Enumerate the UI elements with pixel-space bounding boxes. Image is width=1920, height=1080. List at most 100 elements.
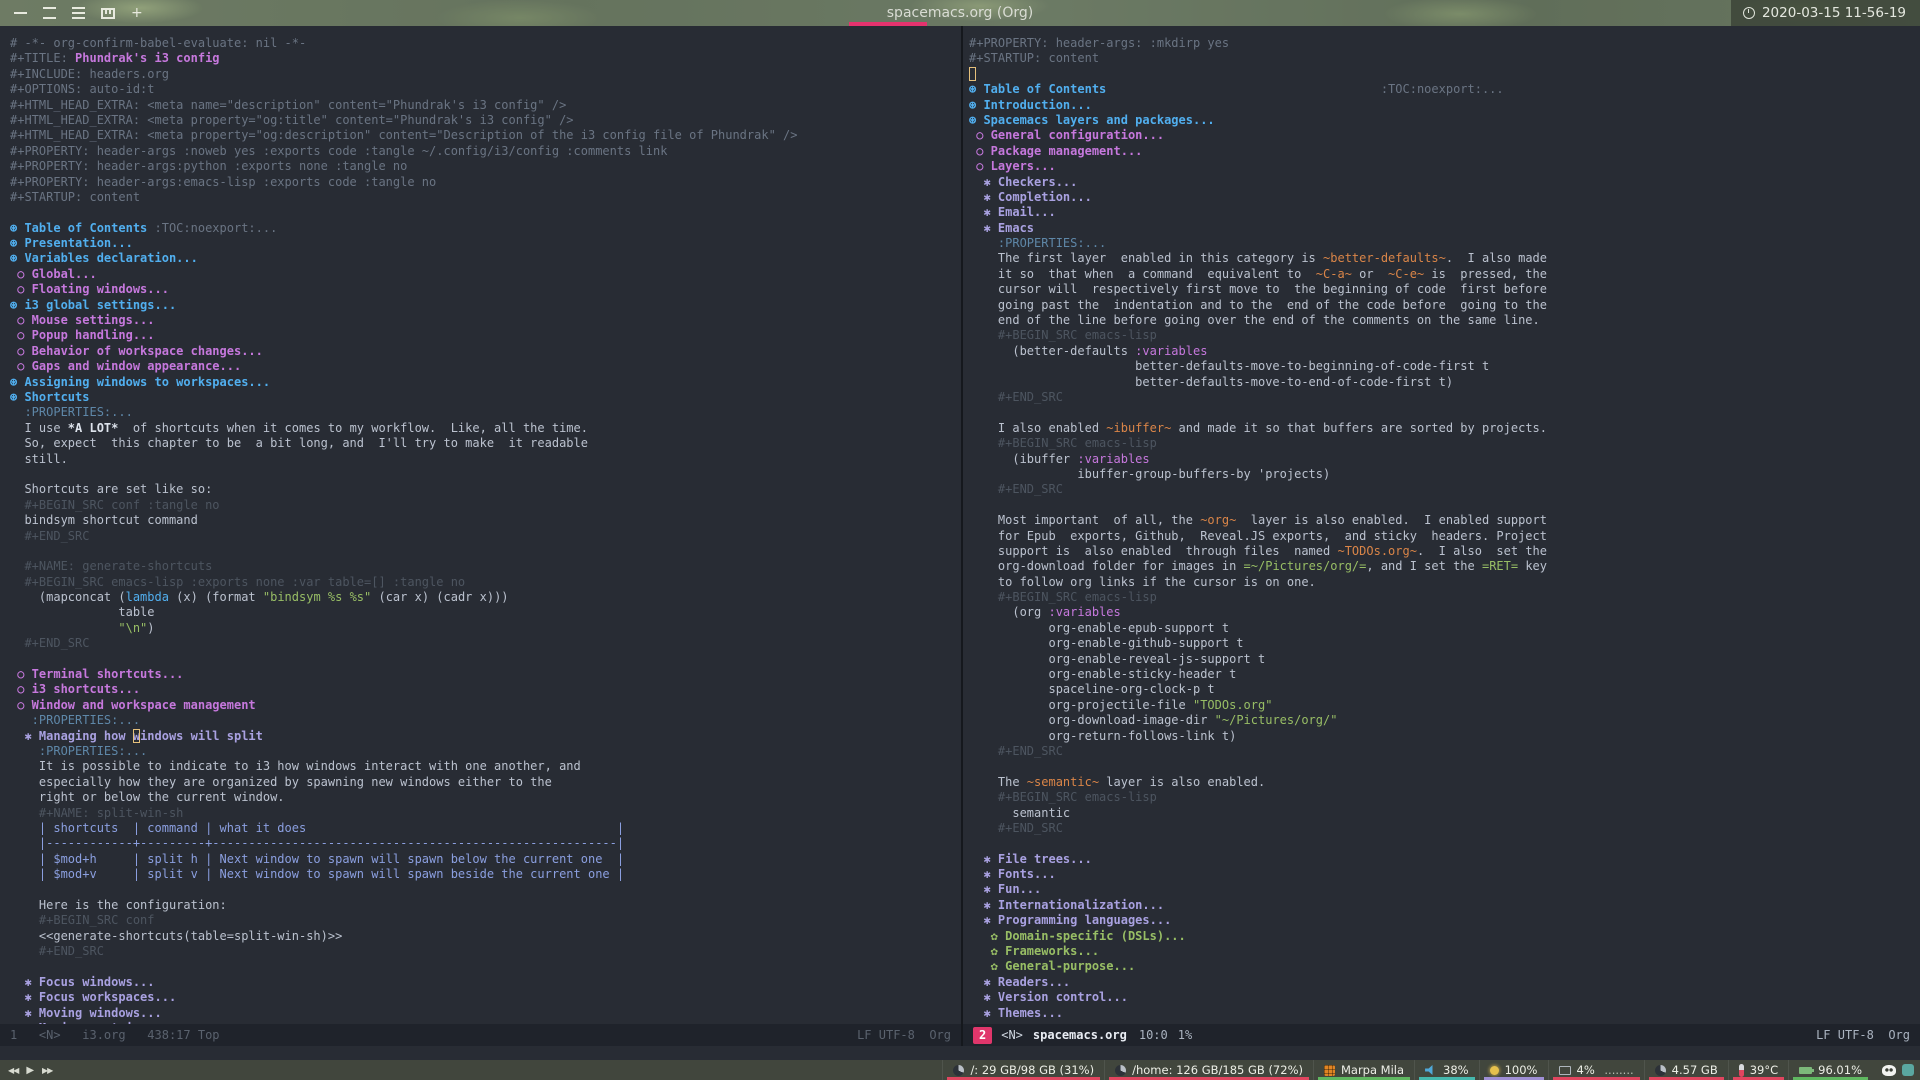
buffer-line: ✱ Readers...	[969, 974, 1071, 989]
buffer-line: ✿ General-purpose...	[969, 959, 1136, 974]
buffer-line: The ~semantic~ layer is also enabled.	[969, 774, 1266, 789]
buffer-line: ○ Popup handling...	[10, 328, 155, 343]
buffer-line: (ibuffer :variables	[969, 451, 1150, 466]
buffer-line: to follow org links if the cursor is on …	[969, 574, 1316, 589]
buffer-line: ✱ Programming languages...	[969, 913, 1172, 928]
buffer-line	[10, 882, 961, 897]
buffer-line: table	[10, 605, 155, 620]
buffer-line: #+BEGIN_SRC emacs-lisp	[969, 590, 1157, 605]
buffer-line: | $mod+v | split v | Next window to spaw…	[10, 867, 625, 882]
buffer-line: ✱ Moving windows...	[10, 1005, 162, 1020]
buffer-line	[969, 66, 1920, 82]
tray-app-icon[interactable]	[1902, 1064, 1914, 1076]
buffer-line: #+BEGIN_SRC conf :tangle no	[10, 497, 220, 512]
buffer-line	[10, 544, 961, 559]
workspace-item-3[interactable]	[64, 0, 93, 26]
buffer-line: still.	[10, 451, 68, 466]
buffer-line: #+PROPERTY: header-args :noweb yes :expo…	[10, 143, 668, 158]
buffer-line: "\n")	[118, 620, 155, 635]
buffer-line	[969, 836, 1920, 851]
buffer-line: #+PROPERTY: header-args:python :exports …	[10, 159, 408, 174]
status-segment: 4% ........	[1547, 1060, 1644, 1080]
workspace-item-4[interactable]	[93, 0, 123, 26]
buffer-line: #+END_SRC	[969, 743, 1063, 758]
buffer-line: ✱ Internationalization...	[969, 897, 1165, 912]
buffer-line: |------------+---------+----------------…	[10, 836, 625, 851]
buffer-line: better-defaults-move-to-beginning-of-cod…	[969, 359, 1490, 374]
buffer-line: #+INCLUDE: headers.org	[10, 66, 169, 81]
disk-icon	[953, 1064, 965, 1076]
workspace-item-1[interactable]	[6, 0, 35, 26]
cpu-monitor-icon	[1558, 1065, 1571, 1075]
buffer-line: ✱ Themes...	[969, 1005, 1063, 1020]
buffer-i3-org[interactable]: # -*- org-confirm-babel-evaluate: nil -*…	[0, 26, 961, 1024]
workspace-item-2[interactable]	[35, 0, 64, 26]
status-segment[interactable]: 38%	[1414, 1060, 1479, 1080]
buffer-line: #+PROPERTY: header-args:emacs-lisp :expo…	[10, 174, 437, 189]
buffer-line: #+STARTUP: content	[969, 51, 1100, 66]
buffer-line: it so that when a command equivalent to …	[969, 266, 1547, 281]
buffer-line: org-enable-github-support t	[969, 636, 1244, 651]
buffer-line: ✱ Focus workspaces...	[10, 990, 177, 1005]
music-grid-icon	[1323, 1064, 1335, 1076]
play-icon[interactable]: ▶	[26, 1065, 34, 1076]
buffer-line: ○ Layers...	[969, 159, 1056, 174]
buffer-line: ✱ Checkers...	[969, 174, 1078, 189]
segment-graph-dots: ........	[1600, 1063, 1634, 1077]
buffer-line: #+HTML_HEAD_EXTRA: <meta property="og:ti…	[10, 112, 574, 127]
modeline-left-info: 1 <N> i3.org 438:17 Top	[10, 1028, 220, 1042]
buffer-line	[969, 759, 1920, 774]
segment-text: Marpa Mila	[1340, 1063, 1405, 1077]
workspace-1-icon	[14, 12, 27, 14]
buffer-line: Shortcuts are set like so:	[10, 482, 213, 497]
buffer-line: ⊛ Presentation...	[10, 236, 133, 251]
buffer-line: end of the line before going over the en…	[969, 313, 1540, 328]
buffer-line: | shortcuts | command | what it does |	[10, 820, 625, 835]
segment-text: /home: 126 GB/185 GB (72%)	[1132, 1063, 1303, 1077]
buffer-line: I also enabled ~ibuffer~ and made it so …	[969, 420, 1547, 435]
buffer-line	[10, 205, 961, 220]
buffer-line: spaceline-org-clock-p t	[969, 682, 1215, 697]
buffer-line: It is possible to indicate to i3 how win…	[10, 759, 581, 774]
buffer-line: ✱ Version control...	[969, 990, 1128, 1005]
previous-track-icon[interactable]: ◀◀	[8, 1066, 19, 1075]
status-segment[interactable]: 100%	[1478, 1060, 1548, 1080]
segment-text: 4%	[1576, 1063, 1595, 1077]
buffer-line: ⊛ Assigning windows to workspaces...	[10, 374, 271, 389]
buffer-line: ✱ Focus windows...	[10, 974, 155, 989]
buffer-line: #+OPTIONS: auto-id:t	[10, 82, 155, 97]
buffer-line: better-defaults-move-to-end-of-code-firs…	[969, 374, 1454, 389]
buffer-line: (org :variables	[969, 605, 1121, 620]
buffer-line: :PROPERTIES:...	[10, 713, 141, 728]
next-track-icon[interactable]: ▶▶	[42, 1066, 53, 1075]
buffer-line: org-enable-sticky-header t	[969, 667, 1237, 682]
title-accent-underline	[849, 22, 927, 26]
buffer-line: ⊛ Spacemacs layers and packages...	[969, 112, 1215, 127]
buffer-spacemacs-org[interactable]: #+PROPERTY: header-args: :mkdirp yes #+ST…	[963, 26, 1920, 1024]
buffer-line: ○ Package management...	[969, 143, 1143, 158]
buffer-line: #+END_SRC	[969, 820, 1063, 835]
buffer-line: ✱ Fun...	[969, 882, 1042, 897]
buffer-line: ○ Window and workspace management	[10, 697, 256, 712]
buffer-line: semantic	[969, 805, 1071, 820]
buffer-line: ⊛ Table of Contents :TOC:noexport:...	[10, 220, 278, 235]
buffer-line: #+NAME: generate-shortcuts	[10, 559, 213, 574]
discord-icon[interactable]	[1882, 1064, 1896, 1076]
buffer-line	[10, 959, 961, 974]
plus-icon: +	[131, 5, 143, 21]
status-segment: 4.57 GB	[1643, 1060, 1728, 1080]
status-segments: /: 29 GB/98 GB (31%) /home: 126 GB/185 GB…	[942, 1060, 1872, 1080]
buffer-line: #+END_SRC	[969, 482, 1063, 497]
status-segment: /home: 126 GB/185 GB (72%)	[1104, 1060, 1313, 1080]
workspace-2-icon	[43, 7, 56, 19]
buffer-line: #+PROPERTY: header-args: :mkdirp yes	[969, 36, 1230, 50]
buffer-line	[969, 405, 1920, 420]
buffer-line: #+END_SRC	[10, 636, 90, 651]
window-split: # -*- org-confirm-babel-evaluate: nil -*…	[0, 26, 1920, 1046]
buffer-line: :PROPERTIES:...	[969, 236, 1107, 251]
new-workspace-button[interactable]: +	[123, 0, 151, 26]
buffer-line: bindsym shortcut command	[10, 513, 198, 528]
clock-widget: 2020-03-15 11-56-19	[1730, 0, 1920, 26]
buffer-line: #+NAME: split-win-sh	[10, 805, 184, 820]
status-segment[interactable]: Marpa Mila	[1312, 1060, 1414, 1080]
